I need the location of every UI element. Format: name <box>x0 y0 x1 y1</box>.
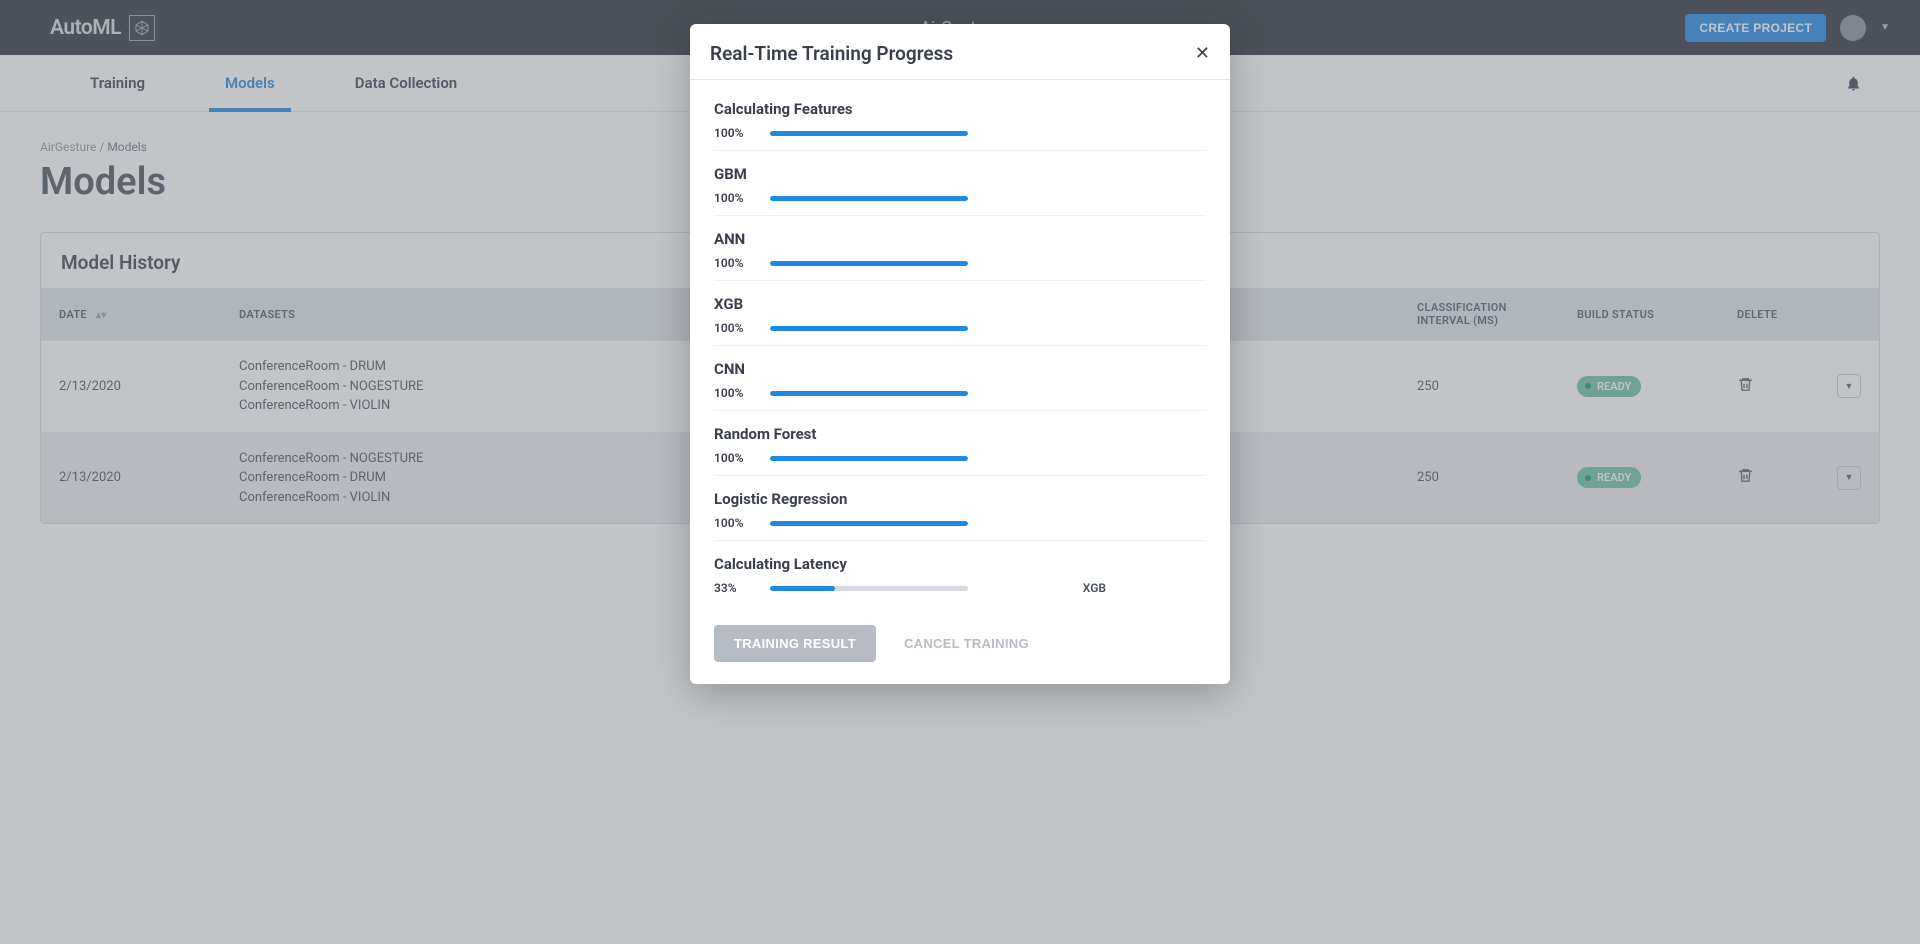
progress-percent: 100% <box>714 256 748 270</box>
progress-item: ANN 100% <box>714 216 1206 281</box>
progress-row: 100% <box>714 386 1206 400</box>
progress-row: 33% XGB <box>714 581 1206 595</box>
progress-bar <box>770 261 968 266</box>
progress-row: 100% <box>714 321 1206 335</box>
progress-item: Calculating Features 100% <box>714 86 1206 151</box>
progress-label: XGB <box>714 295 1206 313</box>
progress-item: XGB 100% <box>714 281 1206 346</box>
progress-item: Random Forest 100% <box>714 411 1206 476</box>
progress-row: 100% <box>714 256 1206 270</box>
training-result-button[interactable]: TRAINING RESULT <box>714 625 876 662</box>
progress-percent: 100% <box>714 321 748 335</box>
progress-bar <box>770 586 968 591</box>
modal-footer: TRAINING RESULT CANCEL TRAINING <box>690 605 1230 662</box>
progress-item: CNN 100% <box>714 346 1206 411</box>
progress-bar <box>770 326 968 331</box>
training-progress-modal: Real-Time Training Progress ✕ Calculatin… <box>690 24 1230 684</box>
progress-bar <box>770 391 968 396</box>
progress-bar <box>770 456 968 461</box>
progress-bar <box>770 521 968 526</box>
progress-percent: 100% <box>714 191 748 205</box>
progress-percent: 100% <box>714 451 748 465</box>
modal-title: Real-Time Training Progress <box>710 42 953 65</box>
progress-label: ANN <box>714 230 1206 248</box>
progress-item: Calculating Latency 33% XGB <box>714 541 1206 605</box>
progress-item: GBM 100% <box>714 151 1206 216</box>
progress-label: Logistic Regression <box>714 490 1206 508</box>
progress-extra: XGB <box>1083 581 1206 595</box>
progress-label: Random Forest <box>714 425 1206 443</box>
progress-row: 100% <box>714 516 1206 530</box>
progress-item: Logistic Regression 100% <box>714 476 1206 541</box>
progress-label: CNN <box>714 360 1206 378</box>
progress-percent: 100% <box>714 386 748 400</box>
progress-bar <box>770 131 968 136</box>
progress-label: Calculating Latency <box>714 555 1206 573</box>
close-icon[interactable]: ✕ <box>1195 45 1210 63</box>
progress-row: 100% <box>714 126 1206 140</box>
progress-bar <box>770 196 968 201</box>
progress-label: Calculating Features <box>714 100 1206 118</box>
progress-label: GBM <box>714 165 1206 183</box>
progress-percent: 100% <box>714 516 748 530</box>
progress-percent: 33% <box>714 581 748 595</box>
progress-row: 100% <box>714 451 1206 465</box>
cancel-training-button[interactable]: CANCEL TRAINING <box>904 636 1029 651</box>
progress-percent: 100% <box>714 126 748 140</box>
modal-header: Real-Time Training Progress ✕ <box>690 24 1230 80</box>
modal-body: Calculating Features100%GBM100%ANN100%XG… <box>690 80 1230 605</box>
progress-row: 100% <box>714 191 1206 205</box>
